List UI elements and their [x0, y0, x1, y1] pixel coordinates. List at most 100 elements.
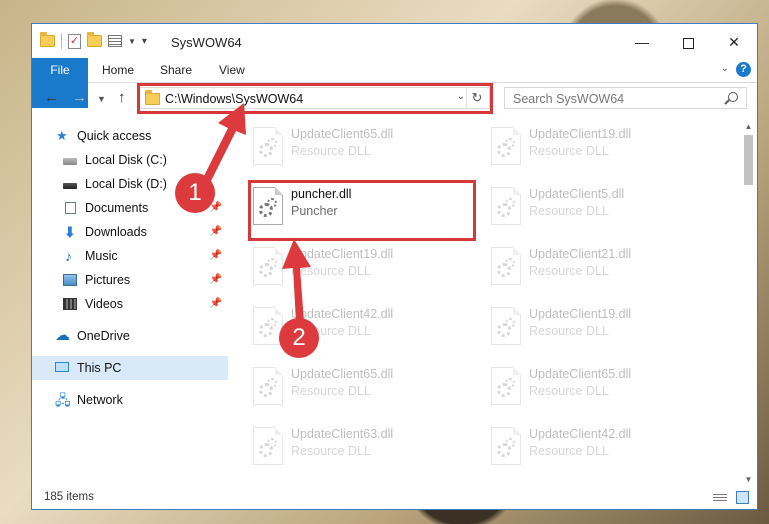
file-description: Resource DLL: [529, 144, 609, 158]
file-description: Resource DLL: [291, 444, 371, 458]
gear-icon: [505, 318, 515, 328]
vertical-scrollbar[interactable]: ▲ ▼: [740, 118, 757, 488]
gear-icon: [267, 138, 277, 148]
sidebar-item-this-pc[interactable]: This PC: [32, 356, 228, 380]
details-view-icon[interactable]: [713, 492, 727, 503]
expand-ribbon-icon[interactable]: ⌄: [721, 63, 729, 74]
file-name: UpdateClient65.dll: [291, 127, 394, 141]
dll-file-icon: [491, 187, 521, 225]
sidebar-item-label: Local Disk (D:): [85, 177, 167, 191]
sidebar-item-downloads[interactable]: ⬇ Downloads 📌: [32, 220, 228, 244]
scroll-down-icon[interactable]: ▼: [740, 471, 757, 488]
file-item[interactable]: UpdateClient65.dll Resource DLL: [483, 361, 708, 411]
gear-icon: [505, 258, 515, 268]
sidebar-item-pictures[interactable]: Pictures 📌: [32, 268, 228, 292]
sidebar-item-quick-access[interactable]: ★ Quick access: [32, 124, 228, 148]
quick-access-toolbar: ✓ ▼ ▾: [40, 32, 147, 49]
sidebar-item-label: Downloads: [85, 225, 147, 239]
tab-share[interactable]: Share: [148, 58, 204, 82]
large-icons-view-icon[interactable]: [736, 491, 749, 504]
file-item[interactable]: UpdateClient21.dll Resource DLL: [483, 241, 708, 291]
tab-view[interactable]: View: [207, 58, 257, 82]
step-1-badge: 1: [175, 173, 215, 213]
file-item[interactable]: UpdateClient42.dll Resource DLL: [483, 421, 708, 471]
sidebar-item-label: Quick access: [77, 129, 152, 143]
gear-icon: [267, 378, 277, 388]
file-item[interactable]: UpdateClient63.dll Resource DLL: [245, 421, 470, 471]
sidebar-item-onedrive[interactable]: ☁ OneDrive: [32, 324, 228, 348]
sidebar-item-label: Local Disk (C:): [85, 153, 167, 167]
drive-icon: [63, 183, 77, 189]
network-icon: 🖧: [55, 392, 71, 408]
sidebar-item-label: This PC: [77, 361, 122, 375]
cloud-icon: ☁: [55, 327, 70, 344]
minimize-button[interactable]: —: [619, 24, 665, 60]
tab-home[interactable]: Home: [90, 58, 146, 82]
file-description: Resource DLL: [529, 444, 609, 458]
dll-file-icon: [491, 307, 521, 345]
pin-icon[interactable]: 📌: [210, 268, 222, 292]
file-item[interactable]: UpdateClient19.dll Resource DLL: [483, 121, 708, 171]
music-icon: ♪: [65, 248, 72, 264]
scroll-up-icon[interactable]: ▲: [740, 118, 757, 135]
step-2-badge: 2: [279, 318, 319, 358]
star-icon: ★: [56, 128, 68, 143]
pin-icon[interactable]: 📌: [210, 292, 222, 316]
search-input[interactable]: Search SysWOW64: [504, 87, 747, 109]
properties-icon[interactable]: ✓: [68, 33, 81, 49]
ribbon: File Home Share View ⌄ ?: [32, 58, 757, 108]
file-name: UpdateClient5.dll: [529, 187, 625, 201]
sidebar-item-network[interactable]: 🖧 Network: [32, 388, 228, 412]
dll-file-icon: [491, 367, 521, 405]
search-icon[interactable]: [728, 92, 738, 102]
help-icon[interactable]: ?: [736, 62, 751, 77]
sidebar-item-label: Network: [77, 393, 123, 407]
toolbar-separator: [61, 33, 62, 49]
file-name: UpdateClient65.dll: [291, 367, 394, 381]
file-item[interactable]: UpdateClient65.dll Resource DLL: [245, 361, 470, 411]
gear-icon: [267, 258, 277, 268]
up-button[interactable]: ↑: [118, 89, 126, 106]
sidebar-item-music[interactable]: ♪ Music 📌: [32, 244, 228, 268]
status-bar: 185 items: [32, 487, 757, 509]
close-button[interactable]: ✕: [711, 24, 757, 60]
documents-icon: [65, 202, 76, 214]
sidebar-item-local-disk-c[interactable]: Local Disk (C:): [32, 148, 228, 172]
pin-icon[interactable]: 📌: [210, 220, 222, 244]
maximize-button[interactable]: [665, 24, 711, 60]
sidebar-item-label: Music: [85, 249, 118, 263]
dll-file-icon: [253, 367, 283, 405]
file-item[interactable]: UpdateClient65.dll Resource DLL: [245, 121, 470, 171]
window-title: SysWOW64: [171, 35, 242, 50]
file-item[interactable]: UpdateClient19.dll Resource DLL: [245, 241, 470, 291]
sidebar-item-label: Pictures: [85, 273, 131, 287]
file-name: UpdateClient63.dll: [291, 427, 394, 441]
gear-icon: [505, 138, 515, 148]
pin-icon[interactable]: 📌: [210, 244, 222, 268]
file-name: UpdateClient21.dll: [529, 247, 632, 261]
scrollbar-thumb[interactable]: [744, 135, 753, 185]
customize-toolbar-icon[interactable]: ▾: [142, 36, 147, 47]
file-description: Resource DLL: [529, 384, 609, 398]
sidebar-item-label: Videos: [85, 297, 123, 311]
file-description: Resource DLL: [529, 264, 609, 278]
back-button[interactable]: ←: [44, 89, 59, 106]
file-description: Resource DLL: [529, 204, 609, 218]
forward-button[interactable]: →: [72, 89, 87, 106]
new-folder-icon[interactable]: [87, 32, 102, 47]
file-item[interactable]: UpdateClient42.dll Resource DLL: [245, 301, 470, 351]
sidebar-item-videos[interactable]: Videos 📌: [32, 292, 228, 316]
folder-icon[interactable]: [40, 32, 55, 47]
file-item[interactable]: UpdateClient5.dll Resource DLL: [483, 181, 708, 231]
recent-locations-icon[interactable]: ▼: [97, 94, 106, 104]
dll-file-icon: [253, 127, 283, 165]
download-icon: ⬇: [64, 224, 76, 240]
gear-icon: [505, 438, 515, 448]
dll-file-icon: [491, 427, 521, 465]
file-item[interactable]: UpdateClient19.dll Resource DLL: [483, 301, 708, 351]
view-options-icon[interactable]: [108, 35, 122, 47]
file-name: UpdateClient65.dll: [529, 367, 632, 381]
pictures-icon: [63, 274, 77, 286]
chevron-down-icon[interactable]: ▼: [128, 37, 136, 46]
title-bar: ✓ ▼ ▾ SysWOW64 — ✕: [32, 24, 757, 60]
